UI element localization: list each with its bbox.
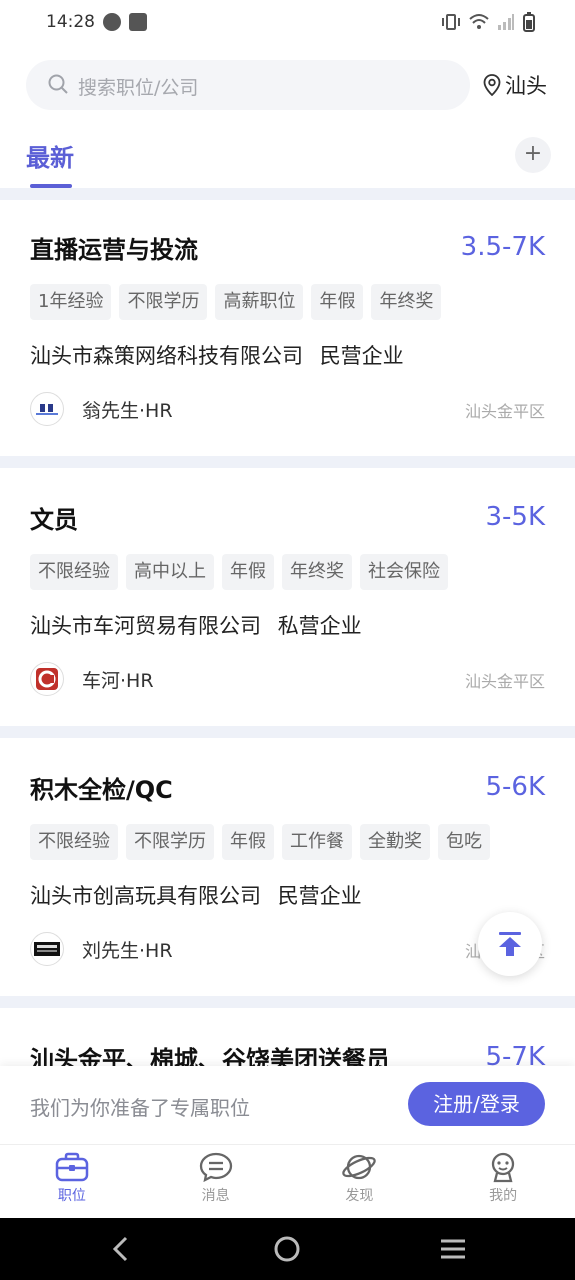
job-title: 文员	[30, 506, 78, 534]
back-icon[interactable]	[106, 1234, 136, 1264]
job-tag: 1年经验	[30, 284, 112, 320]
job-tag: 年假	[222, 824, 274, 860]
briefcase-icon	[55, 1152, 89, 1182]
signal-icon	[498, 14, 514, 30]
job-tag: 年终奖	[282, 554, 352, 590]
avatar	[30, 662, 64, 696]
status-icons	[441, 12, 535, 32]
nav-label: 职位	[57, 1188, 86, 1204]
tab-latest[interactable]: 最新	[26, 138, 74, 173]
job-tag: 包吃	[438, 824, 490, 860]
company-name: 汕头市创高玩具有限公司	[30, 884, 261, 908]
bottom-nav: 职位 消息 发现 我的	[0, 1144, 575, 1218]
hr-name: 翁先生·HR	[82, 399, 173, 422]
company-logo-icon	[34, 942, 60, 956]
job-tag: 不限学历	[126, 824, 214, 860]
status-time: 14:28	[46, 12, 95, 32]
planet-icon	[342, 1154, 377, 1180]
register-login-button[interactable]: 注册/登录	[408, 1082, 545, 1126]
job-tag: 年假	[222, 554, 274, 590]
divider	[0, 996, 575, 1008]
company-name: 汕头市车河贸易有限公司	[30, 614, 261, 638]
job-tags: 不限经验 不限学历 年假 工作餐 全勤奖 包吃	[30, 824, 490, 860]
job-title: 汕头金平、棉城、谷饶美团送餐员	[30, 1046, 390, 1066]
job-tag: 不限经验	[30, 824, 118, 860]
location-pin-icon	[483, 74, 501, 96]
job-tag: 全勤奖	[360, 824, 430, 860]
divider	[0, 456, 575, 468]
job-card[interactable]: 文员 3-5K 不限经验 高中以上 年假 年终奖 社会保险 汕头市车河贸易有限公…	[0, 470, 575, 726]
hr-info: 刘先生·HR	[30, 932, 173, 966]
hr-info: 翁先生·HR	[30, 392, 173, 426]
arrow-up-icon	[499, 932, 521, 956]
search-input[interactable]: 搜索职位/公司	[26, 60, 470, 110]
company-type: 私营企业	[277, 614, 362, 638]
job-area: 汕头金平区	[464, 402, 545, 421]
avatar	[30, 392, 64, 426]
register-prompt: 我们为你准备了专属职位	[30, 1096, 250, 1120]
nav-label: 发现	[345, 1188, 374, 1204]
job-tags: 1年经验 不限学历 高薪职位 年假 年终奖	[30, 284, 442, 320]
register-banner: 我们为你准备了专属职位 注册/登录	[0, 1066, 575, 1144]
job-title: 直播运营与投流	[30, 236, 198, 264]
nav-item-discover[interactable]: 发现	[288, 1145, 432, 1218]
job-area: 汕头金平区	[464, 672, 545, 691]
status-bar: 14:28	[0, 0, 575, 46]
company-name: 汕头市森策网络科技有限公司	[30, 344, 303, 368]
hr-info: 车河·HR	[30, 662, 154, 696]
job-tag: 高中以上	[126, 554, 214, 590]
company-info: 汕头市车河贸易有限公司 私营企业	[30, 610, 372, 640]
system-navigation-bar	[0, 1218, 575, 1280]
location-label: 汕头	[505, 74, 547, 98]
vibrate-icon	[442, 14, 460, 30]
company-type: 民营企业	[277, 884, 362, 908]
nav-item-jobs[interactable]: 职位	[0, 1145, 144, 1218]
search-placeholder: 搜索职位/公司	[78, 77, 199, 99]
job-salary: 3.5-7K	[460, 232, 545, 262]
back-to-top-button[interactable]	[478, 912, 542, 976]
message-icon	[199, 1152, 232, 1183]
nav-label: 我的	[489, 1188, 518, 1204]
divider	[0, 188, 575, 200]
add-tab-button[interactable]: +	[515, 137, 551, 173]
job-salary: 5-7K	[485, 1042, 545, 1066]
hr-name: 刘先生·HR	[82, 939, 173, 962]
shopping-bag-icon	[129, 13, 147, 31]
company-type: 民营企业	[319, 344, 404, 368]
wifi-icon	[469, 14, 489, 29]
avatar	[30, 932, 64, 966]
job-tag: 工作餐	[282, 824, 352, 860]
job-tag: 社会保险	[360, 554, 448, 590]
location-selector[interactable]: 汕头	[483, 70, 547, 100]
company-logo-icon	[36, 404, 58, 415]
company-info: 汕头市森策网络科技有限公司 民营企业	[30, 340, 414, 370]
job-tag: 高薪职位	[215, 284, 304, 320]
job-salary: 3-5K	[485, 502, 545, 532]
company-logo-icon	[36, 668, 58, 690]
job-tag: 年终奖	[371, 284, 442, 320]
search-icon	[48, 74, 68, 94]
job-card[interactable]: 汕头金平、棉城、谷饶美团送餐员 5-7K	[0, 1010, 575, 1066]
profile-icon	[491, 1152, 515, 1183]
job-title: 积木全检/QC	[30, 776, 173, 804]
job-salary: 5-6K	[485, 772, 545, 802]
hr-name: 车河·HR	[82, 669, 154, 692]
home-icon[interactable]	[272, 1234, 302, 1264]
notification-icon	[103, 13, 121, 31]
job-tags: 不限经验 高中以上 年假 年终奖 社会保险	[30, 554, 448, 590]
nav-item-messages[interactable]: 消息	[144, 1145, 288, 1218]
job-tag: 不限经验	[30, 554, 118, 590]
job-card[interactable]: 直播运营与投流 3.5-7K 1年经验 不限学历 高薪职位 年假 年终奖 汕头市…	[0, 200, 575, 456]
nav-item-profile[interactable]: 我的	[431, 1145, 575, 1218]
job-tag: 不限学历	[119, 284, 208, 320]
divider	[0, 726, 575, 738]
job-tag: 年假	[311, 284, 364, 320]
menu-icon[interactable]	[438, 1234, 468, 1264]
company-info: 汕头市创高玩具有限公司 民营企业	[30, 880, 372, 910]
nav-label: 消息	[201, 1188, 230, 1204]
battery-icon	[523, 12, 535, 32]
